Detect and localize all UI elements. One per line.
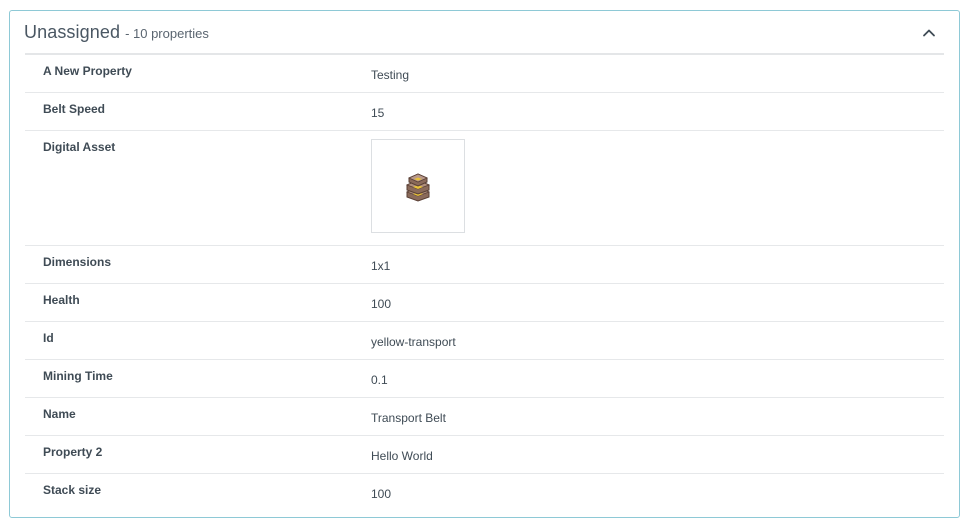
property-row: Property 2 Hello World xyxy=(25,436,944,474)
property-row: Belt Speed 15 xyxy=(25,93,944,131)
property-value: 100 xyxy=(371,487,392,501)
section-header[interactable]: Unassigned - 10 properties xyxy=(10,11,959,53)
section-title: Unassigned xyxy=(24,21,121,42)
property-name: A New Property xyxy=(43,64,132,78)
property-name: Health xyxy=(43,293,80,307)
property-row: A New Property Testing xyxy=(25,55,944,93)
property-value: yellow-transport xyxy=(371,335,456,349)
property-row: Id yellow-transport xyxy=(25,322,944,360)
property-name: Property 2 xyxy=(43,445,103,459)
property-count: - 10 properties xyxy=(125,25,209,41)
property-name: Dimensions xyxy=(43,255,112,269)
property-name: Id xyxy=(43,331,54,345)
property-row: Dimensions 1x1 xyxy=(25,246,944,284)
property-value: 100 xyxy=(371,297,392,311)
property-row: Health 100 xyxy=(25,284,944,322)
property-name: Name xyxy=(43,407,76,421)
property-name: Digital Asset xyxy=(43,140,116,154)
property-row: Digital Asset xyxy=(25,131,944,246)
property-row: Stack size 100 xyxy=(25,474,944,512)
property-value: Testing xyxy=(371,68,410,82)
property-value: Hello World xyxy=(371,449,433,463)
property-name: Stack size xyxy=(43,483,102,497)
property-name: Mining Time xyxy=(43,369,113,383)
property-list: A New Property Testing Belt Speed 15 Dig… xyxy=(25,55,944,512)
property-value: 15 xyxy=(371,106,385,120)
property-value: 1x1 xyxy=(371,259,391,273)
property-row: Mining Time 0.1 xyxy=(25,360,944,398)
property-name: Belt Speed xyxy=(43,102,106,116)
property-value: 0.1 xyxy=(371,373,388,387)
properties-panel: Unassigned - 10 properties A New Propert… xyxy=(9,10,960,518)
transport-belt-icon xyxy=(405,173,431,202)
digital-asset-thumbnail[interactable] xyxy=(371,139,465,233)
property-row: Name Transport Belt xyxy=(25,398,944,436)
property-value: Transport Belt xyxy=(371,411,446,425)
chevron-up-icon[interactable] xyxy=(917,21,941,43)
